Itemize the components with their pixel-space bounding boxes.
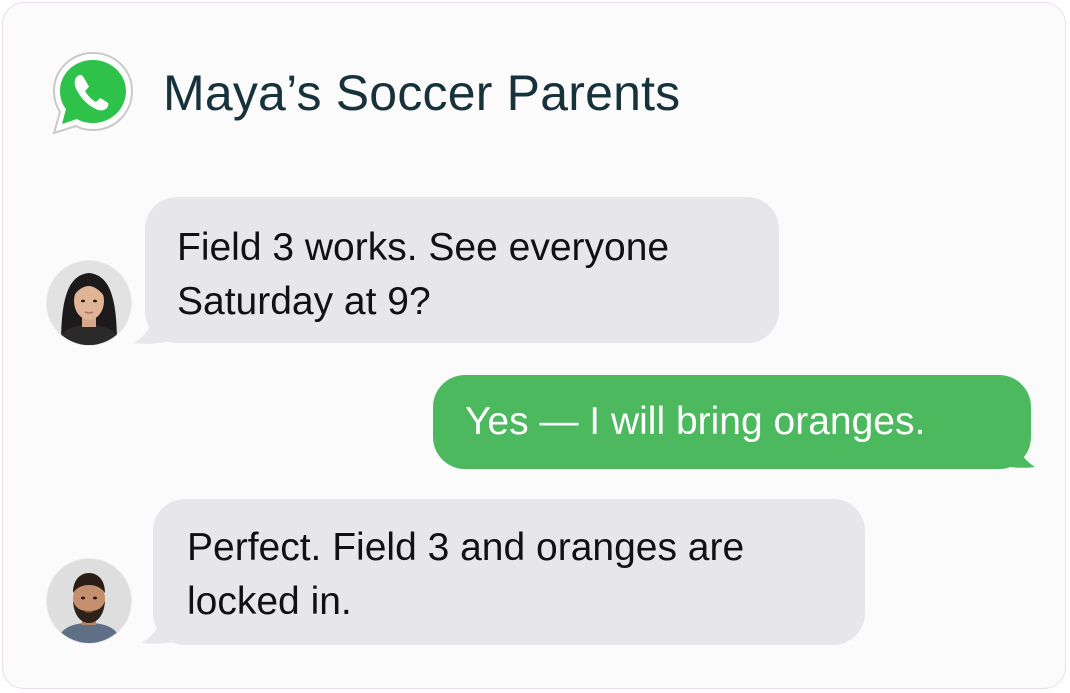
man-avatar[interactable] <box>47 559 131 643</box>
message-text: Perfect. Field 3 and oranges are locked … <box>187 526 745 623</box>
chat-title: Maya’s Soccer Parents <box>163 65 681 121</box>
message-text: Field 3 works. See everyone Saturday at … <box>177 226 670 323</box>
whatsapp-icon <box>52 51 134 135</box>
message-bubble-incoming[interactable]: Field 3 works. See everyone Saturday at … <box>145 197 779 343</box>
woman-avatar[interactable] <box>47 261 131 345</box>
chat-card: Maya’s Soccer Parents Field 3 works. See… <box>2 2 1066 689</box>
chat-header: Maya’s Soccer Parents <box>47 47 680 139</box>
message-text: Yes — I will bring oranges. <box>465 400 926 443</box>
message-bubble-outgoing[interactable]: Yes — I will bring oranges. <box>433 375 1031 469</box>
message-bubble-incoming[interactable]: Perfect. Field 3 and oranges are locked … <box>153 499 865 645</box>
